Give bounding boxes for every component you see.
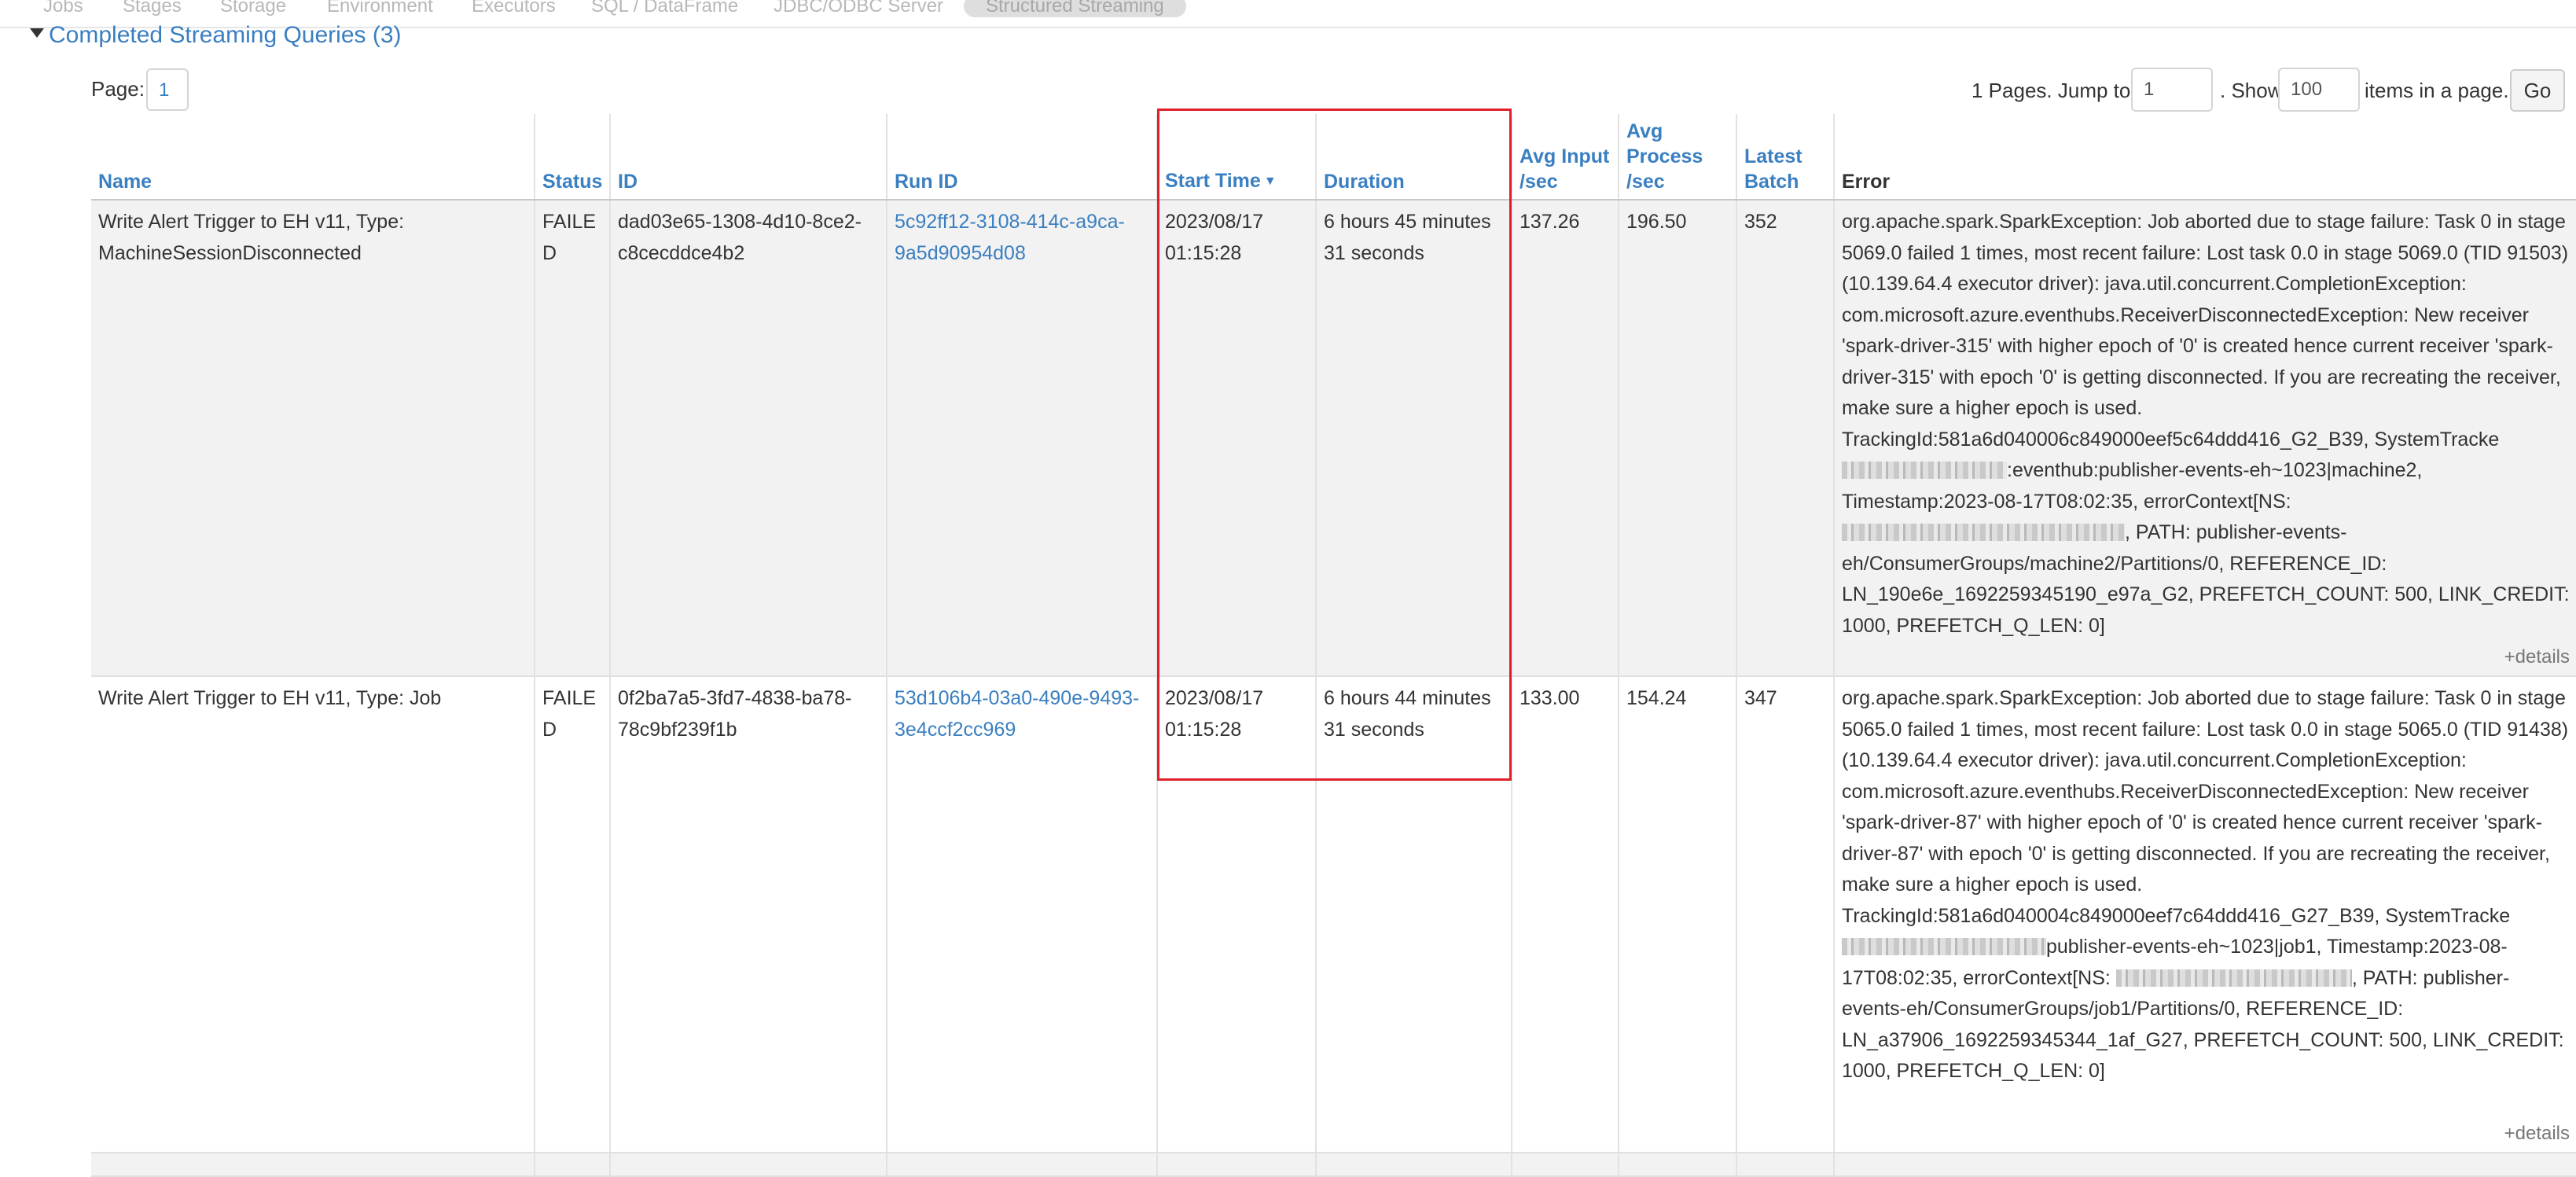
cell-avg-input: 137.26 (1511, 200, 1619, 677)
cell-name: Write Alert Trigger to EH v11, Type: Job (91, 676, 535, 1153)
show-text: . Show (2220, 79, 2283, 102)
cell-status: FAILED (534, 200, 610, 677)
error-text-part1: org.apache.spark.SparkException: Job abo… (1842, 687, 2569, 927)
cell-run-id: 5c92ff12-3108-414c-a9ca-9a5d90954d08 (886, 200, 1157, 677)
details-toggle[interactable]: +details (2504, 1118, 2570, 1149)
col-header-error: Error (1833, 114, 2576, 200)
page-size-input[interactable]: 100 (2278, 68, 2360, 112)
section-title: Completed Streaming Queries (3) (49, 22, 402, 48)
cell-status: FAILED (534, 676, 610, 1153)
avg-process-line1: Avg Process (1626, 120, 1703, 167)
cell-id: dad03e65-1308-4d10-8ce2-c8cecddce4b2 (609, 200, 887, 677)
cell-avg-input: 133.00 (1511, 676, 1619, 1153)
redacted-block (1842, 938, 2046, 955)
table-header-row: Name Status ID Run ID Start Time ▼ Durati… (91, 114, 2576, 200)
cell-duration: 6 hours 45 minutes 31 seconds (1315, 200, 1512, 677)
redacted-block (1842, 462, 2007, 479)
current-page-link[interactable]: 1 (146, 68, 189, 111)
col-header-latest-batch[interactable]: Latest Batch (1736, 114, 1834, 200)
nav-tab-environment[interactable]: Environment (327, 0, 433, 17)
cell-start-time: 2023/08/17 01:15:28 (1156, 200, 1316, 677)
latest-batch-line1: Latest (1744, 145, 1802, 167)
nav-tab-storage[interactable]: Storage (220, 0, 286, 17)
cell-run-id: 53d106b4-03a0-490e-9493-3e4ccf2cc969 (886, 676, 1157, 1153)
cell-start-time: 2023/08/17 01:15:28 (1156, 676, 1316, 1153)
redacted-block (2115, 969, 2352, 987)
page-label: Page: (91, 77, 145, 101)
avg-process-line2: /sec (1626, 171, 1665, 193)
col-header-id[interactable]: ID (609, 114, 887, 200)
col-header-status[interactable]: Status (534, 114, 610, 200)
cell-duration: 6 hours 44 minutes 31 seconds (1315, 676, 1512, 1153)
run-id-link[interactable]: 53d106b4-03a0-490e-9493-3e4ccf2cc969 (895, 687, 1139, 741)
cell-error: org.apache.spark.SparkException: Job abo… (1833, 200, 2576, 677)
run-id-link[interactable]: 5c92ff12-3108-414c-a9ca-9a5d90954d08 (895, 211, 1125, 264)
col-header-duration[interactable]: Duration (1315, 114, 1512, 200)
col-header-start-time[interactable]: Start Time ▼ (1156, 114, 1316, 200)
cell-avg-process: 196.50 (1618, 200, 1736, 677)
jump-to-page-input[interactable]: 1 (2131, 68, 2213, 112)
col-header-avg-input[interactable]: Avg Input/sec (1511, 114, 1619, 200)
cell-error: org.apache.spark.SparkException: Job abo… (1833, 676, 2576, 1153)
table-row (91, 1153, 2576, 1177)
redacted-block (1842, 524, 2125, 541)
cell-id: 0f2ba7a5-3fd7-4838-ba78-78c9bf239f1b (609, 676, 887, 1153)
table-row: Write Alert Trigger to EH v11, Type: Mac… (91, 200, 2576, 677)
completed-queries-table: Name Status ID Run ID Start Time ▼ Durati… (91, 114, 2576, 1177)
cell-latest-batch: 352 (1736, 200, 1834, 677)
collapse-triangle-icon (30, 28, 44, 38)
col-header-name[interactable]: Name (91, 114, 535, 200)
details-toggle[interactable]: +details (2504, 642, 2570, 673)
nav-tab-stages[interactable]: Stages (123, 0, 182, 17)
go-button[interactable]: Go (2510, 69, 2565, 112)
avg-input-line2: /sec (1520, 171, 1558, 193)
col-header-run-id[interactable]: Run ID (886, 114, 1157, 200)
nav-tab-jobs[interactable]: Jobs (43, 0, 83, 17)
start-time-label: Start Time (1165, 170, 1261, 192)
cell-latest-batch: 347 (1736, 676, 1834, 1153)
sort-desc-icon: ▼ (1263, 175, 1277, 188)
nav-tab-executors[interactable]: Executors (472, 0, 556, 17)
cell-name: Write Alert Trigger to EH v11, Type: Mac… (91, 200, 535, 677)
cell-avg-process: 154.24 (1618, 676, 1736, 1153)
nav-tab-jdbc[interactable]: JDBC/ODBC Server (774, 0, 943, 17)
avg-input-line1: Avg Input (1520, 145, 1610, 167)
nav-tab-structured-streaming[interactable]: Structured Streaming (964, 0, 1186, 17)
error-text-part1: org.apache.spark.SparkException: Job abo… (1842, 211, 2569, 451)
items-text: items in a page. (2365, 79, 2509, 102)
pages-text: 1 Pages. Jump to (1972, 79, 2131, 102)
section-toggle[interactable]: Completed Streaming Queries (3) (30, 22, 402, 49)
nav-tab-sql[interactable]: SQL / DataFrame (591, 0, 738, 17)
table-row: Write Alert Trigger to EH v11, Type: Job… (91, 676, 2576, 1153)
latest-batch-line2: Batch (1744, 171, 1799, 193)
col-header-avg-process[interactable]: Avg Process/sec (1618, 114, 1736, 200)
